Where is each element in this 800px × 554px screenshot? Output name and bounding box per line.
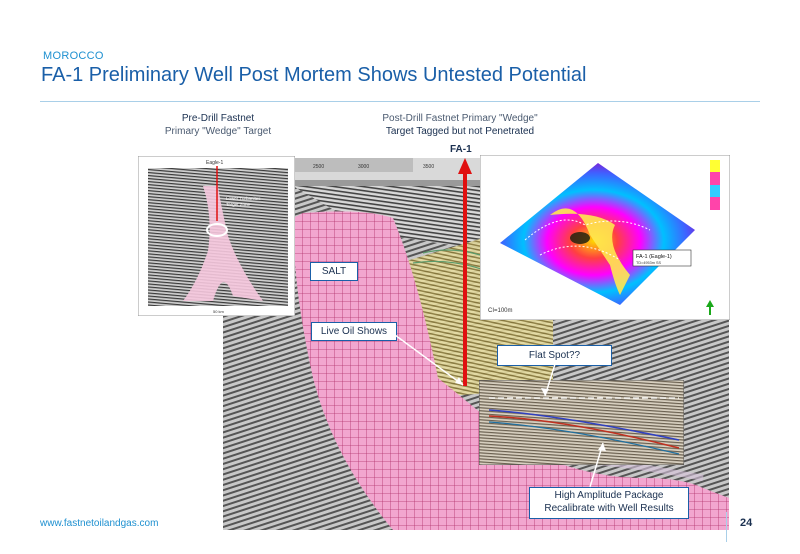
depth-map-inset: FA-1 (Eagle-1) TD=4953m SS CI=100m — [480, 155, 730, 320]
caption-left: Pre-Drill Fastnet Primary "Wedge" Target — [138, 112, 298, 138]
title-divider — [40, 101, 760, 102]
inset-left-zone-2: Target Zone — [226, 202, 251, 207]
high-amplitude-line1: High Amplitude Package — [554, 490, 664, 501]
svg-text:2500: 2500 — [313, 164, 324, 170]
well-label: FA-1 — [450, 144, 472, 155]
flat-spot-callout: Flat Spot?? — [497, 345, 612, 366]
page-number: 24 — [740, 517, 753, 529]
footer-url[interactable]: www.fastnetoilandgas.com — [40, 518, 158, 529]
caption-right-line1: Post-Drill Fastnet Primary "Wedge" — [382, 113, 538, 124]
predrill-inset: Eagle-1 Lower Turbanites Target Zone 50 … — [138, 156, 295, 316]
footer-divider — [726, 512, 727, 542]
svg-text:3500: 3500 — [423, 164, 434, 170]
live-oil-callout: Live Oil Shows — [311, 322, 397, 341]
page-title: FA-1 Preliminary Well Post Mortem Shows … — [41, 64, 587, 86]
flat-spot-inset — [479, 380, 684, 465]
salt-callout: SALT — [310, 262, 358, 281]
svg-text:3000: 3000 — [358, 164, 369, 170]
inset-left-scale: 50 km — [213, 309, 225, 314]
caption-right-line2: Target Tagged but not Penetrated — [385, 126, 535, 137]
high-amplitude-callout: High Amplitude Package Recalibrate with … — [529, 487, 689, 519]
caption-left-line1: Pre-Drill Fastnet — [181, 113, 255, 124]
map-td-label: TD=4953m SS — [636, 261, 661, 265]
caption-right: Post-Drill Fastnet Primary "Wedge" Targe… — [355, 112, 565, 138]
high-amplitude-line2: Recalibrate with Well Results — [544, 503, 674, 514]
country-label: MOROCCO — [43, 50, 104, 62]
caption-left-line2: Primary "Wedge" Target — [164, 126, 272, 137]
map-well-label: FA-1 (Eagle-1) — [636, 254, 672, 260]
inset-left-well: Eagle-1 — [206, 160, 223, 166]
inset-left-zone-1: Lower Turbanites — [226, 196, 261, 201]
map-ci-label: CI=100m — [488, 308, 513, 314]
